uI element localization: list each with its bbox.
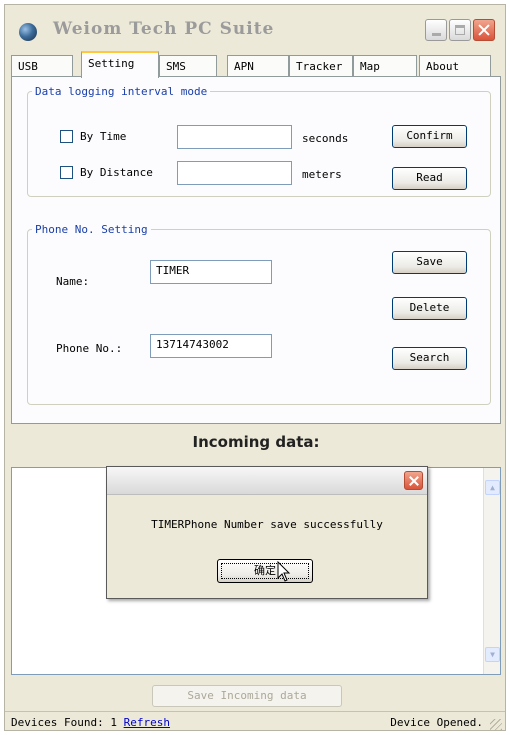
scroll-down-icon[interactable]: ▼ <box>485 647 500 662</box>
message-dialog: TIMERPhone Number save successfully 确定 <box>106 466 428 599</box>
meters-label: meters <box>302 168 342 181</box>
seconds-label: seconds <box>302 132 349 145</box>
scroll-up-icon[interactable]: ▲ <box>485 480 500 495</box>
maximize-icon[interactable] <box>449 19 471 41</box>
devices-found-area: Devices Found: 1 Refresh <box>11 716 170 729</box>
app-window: Weiom Tech PC Suite USB Setting SMS APN … <box>4 4 506 731</box>
save-button[interactable]: Save <box>392 251 467 274</box>
confirm-button[interactable]: Confirm <box>392 125 467 148</box>
device-state-text: Device Opened. <box>390 716 483 729</box>
phone-number-label: Phone No.: <box>56 342 123 355</box>
delete-button[interactable]: Delete <box>392 297 467 320</box>
phone-number-input[interactable]: 13714743002 <box>150 334 272 358</box>
incoming-data-title: Incoming data: <box>192 433 320 451</box>
distance-interval-input[interactable] <box>177 161 292 185</box>
time-interval-input[interactable] <box>177 125 292 149</box>
title-bar: Weiom Tech PC Suite <box>5 5 505 49</box>
tab-about[interactable]: About <box>419 55 491 77</box>
close-icon[interactable] <box>473 19 495 41</box>
dialog-message: TIMERPhone Number save successfully <box>151 518 383 531</box>
by-distance-checkbox[interactable] <box>60 166 73 179</box>
minimize-icon[interactable] <box>425 19 447 41</box>
mouse-cursor-icon <box>277 561 291 582</box>
tab-map[interactable]: Map <box>353 55 417 77</box>
refresh-link[interactable]: Refresh <box>124 716 170 729</box>
window-title: Weiom Tech PC Suite <box>53 19 275 39</box>
incoming-scrollbar[interactable]: ▲ ▼ <box>483 468 500 674</box>
devices-found-text: Devices Found: 1 <box>11 716 117 729</box>
tab-usb[interactable]: USB <box>11 55 73 77</box>
search-button[interactable]: Search <box>392 347 467 370</box>
by-time-label: By Time <box>80 130 127 143</box>
tab-tracker[interactable]: Tracker <box>289 55 353 77</box>
read-button[interactable]: Read <box>392 167 467 190</box>
status-bar: Devices Found: 1 Refresh Device Opened. <box>5 711 505 733</box>
setting-tab-panel: Data logging interval mode By Time secon… <box>11 76 501 424</box>
tab-strip: USB Setting SMS APN Tracker Map About <box>11 51 501 78</box>
name-label: Name: <box>56 275 90 288</box>
save-incoming-data-button: Save Incoming data <box>152 685 342 707</box>
by-distance-label: By Distance <box>80 166 153 179</box>
phone-legend: Phone No. Setting <box>35 223 148 236</box>
logging-legend: Data logging interval mode <box>35 85 208 98</box>
tab-setting[interactable]: Setting <box>81 51 159 78</box>
resize-grip-icon[interactable] <box>490 719 502 731</box>
dialog-close-icon[interactable] <box>404 471 423 490</box>
name-input[interactable]: TIMER <box>150 260 272 284</box>
tab-sms[interactable]: SMS <box>159 55 217 77</box>
dialog-title-bar <box>107 467 427 495</box>
tab-apn[interactable]: APN <box>227 55 289 77</box>
by-time-checkbox[interactable] <box>60 130 73 143</box>
app-globe-icon <box>19 23 37 41</box>
dialog-ok-button[interactable]: 确定 <box>217 559 313 583</box>
